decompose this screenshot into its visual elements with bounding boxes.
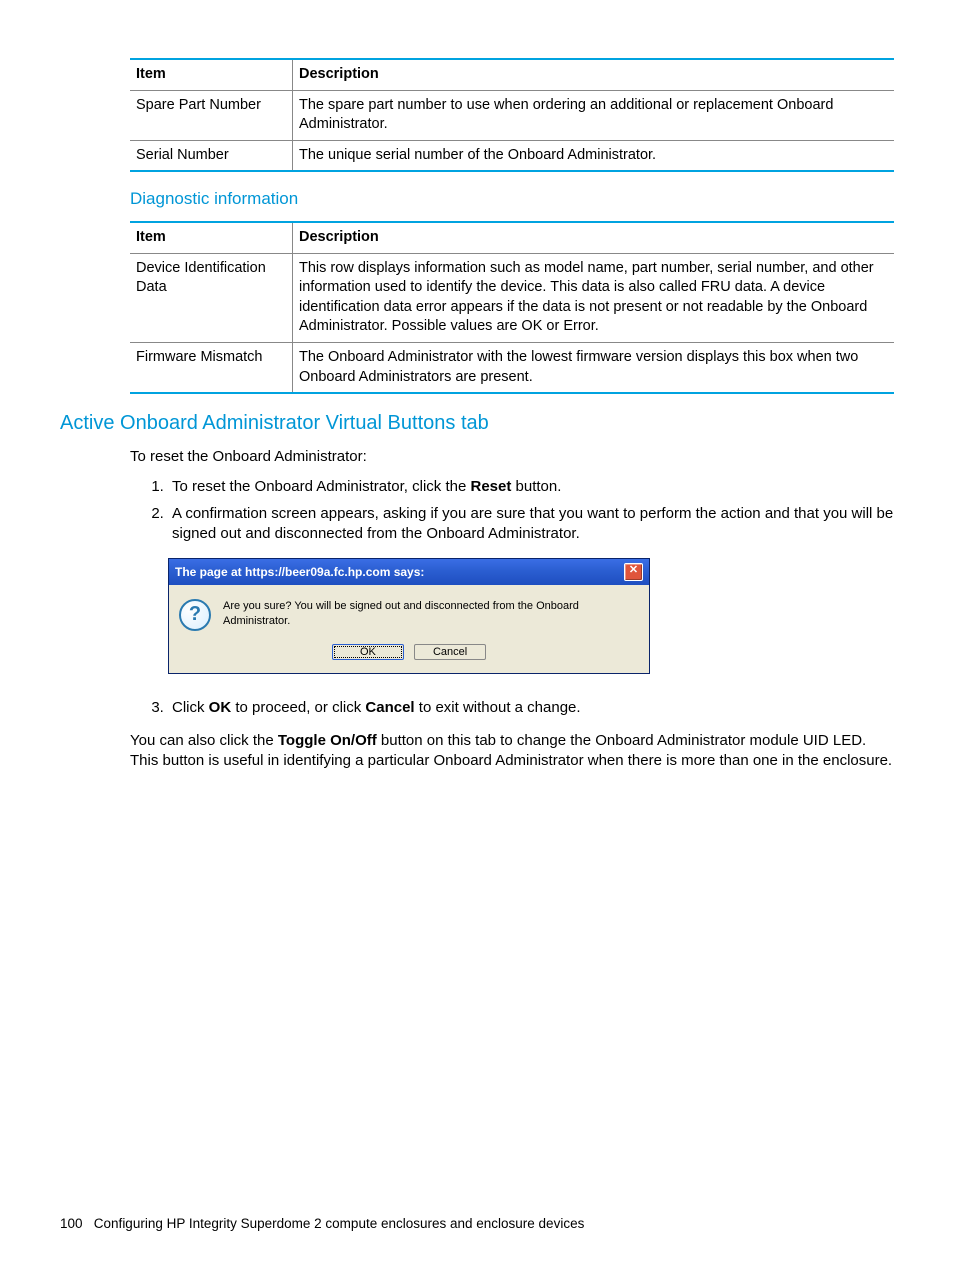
toggle-paragraph: You can also click the Toggle On/Off but… bbox=[130, 731, 894, 772]
section-heading-virtual-buttons: Active Onboard Administrator Virtual But… bbox=[60, 410, 894, 437]
table-row: Firmware Mismatch The Onboard Administra… bbox=[130, 343, 894, 394]
dialog-title-text: The page at https://beer09a.fc.hp.com sa… bbox=[175, 564, 424, 580]
dialog-titlebar: The page at https://beer09a.fc.hp.com sa… bbox=[169, 559, 649, 585]
table-row: Serial Number The unique serial number o… bbox=[130, 140, 894, 171]
table-header-item: Item bbox=[130, 59, 293, 90]
list-item: To reset the Onboard Administrator, clic… bbox=[168, 477, 894, 497]
table-diagnostic: Item Description Device Identification D… bbox=[130, 221, 894, 394]
intro-text: To reset the Onboard Administrator: bbox=[130, 447, 894, 467]
page-footer: 100 Configuring HP Integrity Superdome 2… bbox=[60, 1215, 584, 1233]
table-header-item: Item bbox=[130, 222, 293, 253]
question-icon: ? bbox=[179, 599, 211, 631]
close-icon[interactable]: ✕ bbox=[624, 563, 643, 581]
cancel-button[interactable]: Cancel bbox=[414, 644, 486, 660]
ok-button[interactable]: OK bbox=[332, 644, 404, 660]
table-part-info: Item Description Spare Part Number The s… bbox=[130, 58, 894, 172]
confirmation-dialog: The page at https://beer09a.fc.hp.com sa… bbox=[168, 558, 650, 674]
footer-chapter: Configuring HP Integrity Superdome 2 com… bbox=[94, 1216, 585, 1231]
list-item: Click OK to proceed, or click Cancel to … bbox=[168, 698, 894, 718]
table-header-description: Description bbox=[293, 222, 895, 253]
diagnostic-subheading: Diagnostic information bbox=[130, 188, 894, 211]
page-number: 100 bbox=[60, 1216, 83, 1231]
dialog-message: Are you sure? You will be signed out and… bbox=[223, 599, 639, 629]
table-row: Device Identification Data This row disp… bbox=[130, 253, 894, 342]
table-header-description: Description bbox=[293, 59, 895, 90]
list-item: A confirmation screen appears, asking if… bbox=[168, 504, 894, 545]
table-row: Spare Part Number The spare part number … bbox=[130, 90, 894, 140]
